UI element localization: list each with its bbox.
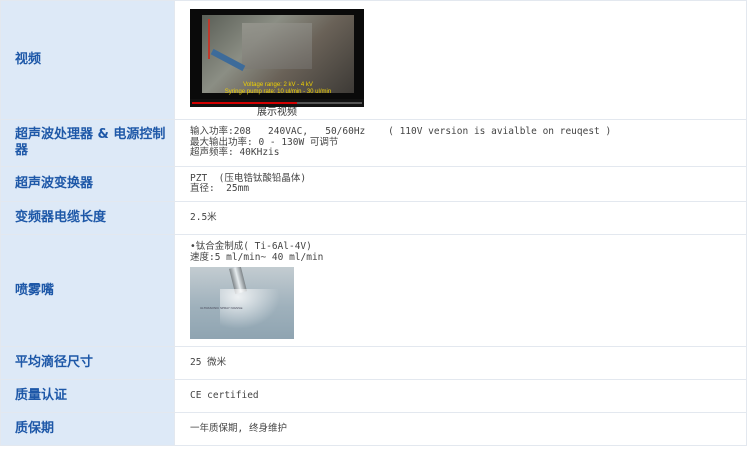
table-row: 视频 Voltage range: 2 kV - 4 kV Syringe pu… [0,0,747,120]
spec-line: 一年质保期, 终身维护 [190,422,287,434]
warranty-value: 一年质保期, 终身维护 [174,412,747,446]
certification-value: CE certified [174,379,747,413]
table-row: 质保期 一年质保期, 终身维护 [0,412,747,446]
video-description: 展示视频 [257,107,297,118]
spec-line: 2.5米 [190,211,217,223]
spec-line: 速度:5 ml/min~ 40 ml/min [190,251,324,263]
nozzle-photo-label: ULTRASONIC SPRAY NOZZLE [200,306,243,310]
table-row: 超声波处理器 & 电源控制器 输入功率:208 240VAC, 50/60Hz … [0,119,747,167]
row-label-nozzle: 喷雾嘴 [0,234,175,347]
nozzle-photo: ULTRASONIC SPRAY NOZZLE [190,267,294,339]
row-label-video: 视频 [0,0,175,120]
row-label-warranty: 质保期 [0,412,175,446]
spec-line: CE certified [190,389,259,401]
video-progress-bar[interactable] [192,102,362,104]
spec-line: 超声频率: 40KHzis [190,147,280,159]
video-controls[interactable] [190,99,364,107]
row-label-certification: 质量认证 [0,379,175,413]
row-label-transducer: 超声波变换器 [0,166,175,202]
transducer-specs: PZT (压电锆钛酸铅晶体) 直径: 25mm [174,166,747,202]
spec-line: 直径: 25mm [190,183,250,194]
table-row: 变频器电缆长度 2.5米 [0,201,747,235]
spec-line: 25 微米 [190,356,227,368]
table-row: 平均滴径尺寸 25 微米 [0,346,747,380]
row-label-processor: 超声波处理器 & 电源控制器 [0,119,175,167]
row-label-droplet-size: 平均滴径尺寸 [0,346,175,380]
processor-specs: 输入功率:208 240VAC, 50/60Hz ( 110V version … [174,119,747,167]
table-row: 超声波变换器 PZT (压电锆钛酸铅晶体) 直径: 25mm [0,166,747,202]
video-progress-fill [192,102,298,104]
row-label-cable-length: 变频器电缆长度 [0,201,175,235]
droplet-size-value: 25 微米 [174,346,747,380]
video-player[interactable]: Voltage range: 2 kV - 4 kV Syringe pump … [190,9,364,107]
video-caption-voltage: Voltage range: 2 kV - 4 kV [243,82,313,88]
spec-line: •钛合金制成( Ti-6Al-4V) [190,241,312,252]
table-row: 质量认证 CE certified [0,379,747,413]
spec-line: PZT (压电锆钛酸铅晶体) [190,172,307,184]
table-row: 喷雾嘴 •钛合金制成( Ti-6Al-4V) 速度:5 ml/min~ 40 m… [0,234,747,347]
nozzle-specs: •钛合金制成( Ti-6Al-4V) 速度:5 ml/min~ 40 ml/mi… [174,234,747,347]
video-cell: Voltage range: 2 kV - 4 kV Syringe pump … [174,0,747,120]
cable-length-value: 2.5米 [174,201,747,235]
spec-table: 视频 Voltage range: 2 kV - 4 kV Syringe pu… [0,0,747,446]
video-caption-pump: Syringe pump rate: 10 ul/min - 30 ul/min [224,89,332,95]
